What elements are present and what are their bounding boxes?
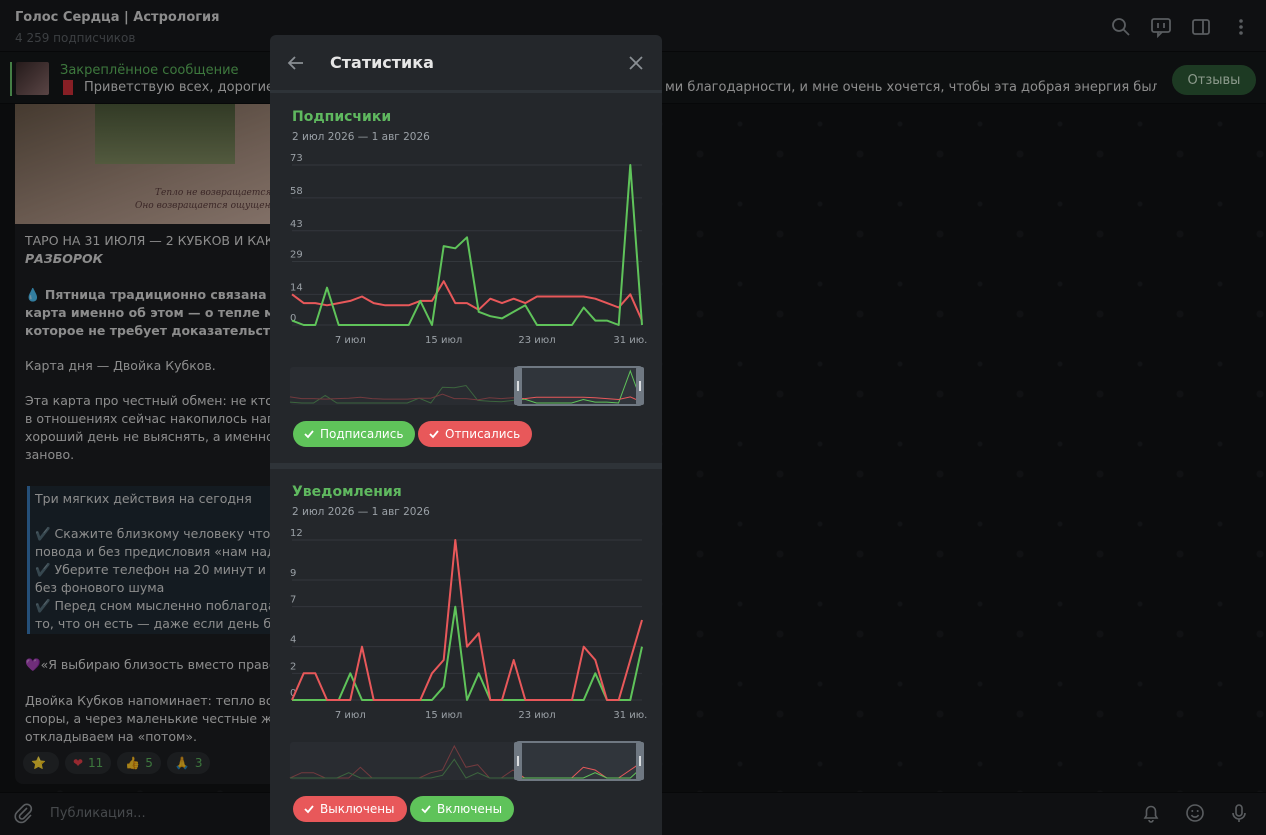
- y-tick-label: 58: [290, 186, 303, 197]
- y-tick-label: 2: [290, 661, 296, 672]
- legend-label: Включены: [437, 802, 503, 816]
- notifications-range-selector[interactable]: [270, 740, 662, 782]
- y-tick-label: 9: [290, 568, 296, 579]
- y-tick-label: 43: [290, 219, 303, 230]
- subscribers-chart-title: Подписчики: [292, 109, 392, 125]
- x-tick-label: 23 июл: [518, 710, 555, 721]
- close-icon[interactable]: [624, 51, 648, 75]
- range-dim-left: [290, 367, 515, 405]
- x-tick-label: 7 июл: [335, 710, 366, 721]
- y-tick-label: 12: [290, 528, 303, 539]
- legend-label: Отписались: [445, 427, 521, 441]
- notifications-date-range: 2 июл 2026 — 1 авг 2026: [292, 506, 430, 518]
- y-tick-label: 4: [290, 635, 296, 646]
- legend-label: Подписались: [320, 427, 404, 441]
- legend-enabled-toggle[interactable]: Включены: [410, 796, 515, 822]
- legend-disabled-toggle[interactable]: Выключены: [293, 796, 407, 822]
- check-icon: [429, 430, 439, 439]
- y-tick-label: 73: [290, 153, 303, 164]
- legend-unsubscribed-toggle[interactable]: Отписались: [418, 421, 533, 447]
- range-dim-left: [290, 742, 515, 780]
- legend-label: Выключены: [320, 802, 395, 816]
- modal-title: Статистика: [330, 53, 434, 72]
- x-tick-label: 31 ию.: [613, 710, 647, 721]
- notifications-chart[interactable]: 12974207 июл 15 июл 23 июл 31 ию.: [270, 528, 662, 730]
- statistics-modal: Статистика Подписчики 2 июл 2026 — 1 авг…: [270, 35, 662, 835]
- y-tick-label: 7: [290, 595, 296, 606]
- modal-header: [270, 35, 662, 93]
- check-icon: [304, 430, 314, 439]
- check-icon: [304, 805, 314, 814]
- back-arrow-icon[interactable]: [284, 51, 308, 75]
- subscribers-date-range: 2 июл 2026 — 1 авг 2026: [292, 131, 430, 143]
- subscribers-chart[interactable]: 735843291407 июл 15 июл 23 июл 31 ию.: [270, 153, 662, 355]
- y-tick-label: 14: [290, 282, 303, 293]
- x-tick-label: 15 июл: [425, 710, 462, 721]
- x-tick-label: 31 ию.: [613, 335, 647, 346]
- legend-subscribed-toggle[interactable]: Подписались: [293, 421, 416, 447]
- x-tick-label: 15 июл: [425, 335, 462, 346]
- y-tick-label: 29: [290, 249, 303, 260]
- section-divider: [270, 463, 662, 469]
- check-icon: [421, 805, 431, 814]
- x-tick-label: 7 июл: [335, 335, 366, 346]
- notifications-chart-title: Уведомления: [292, 484, 402, 500]
- series-line: [291, 539, 643, 701]
- subscribers-range-selector[interactable]: [270, 365, 662, 407]
- x-tick-label: 23 июл: [518, 335, 555, 346]
